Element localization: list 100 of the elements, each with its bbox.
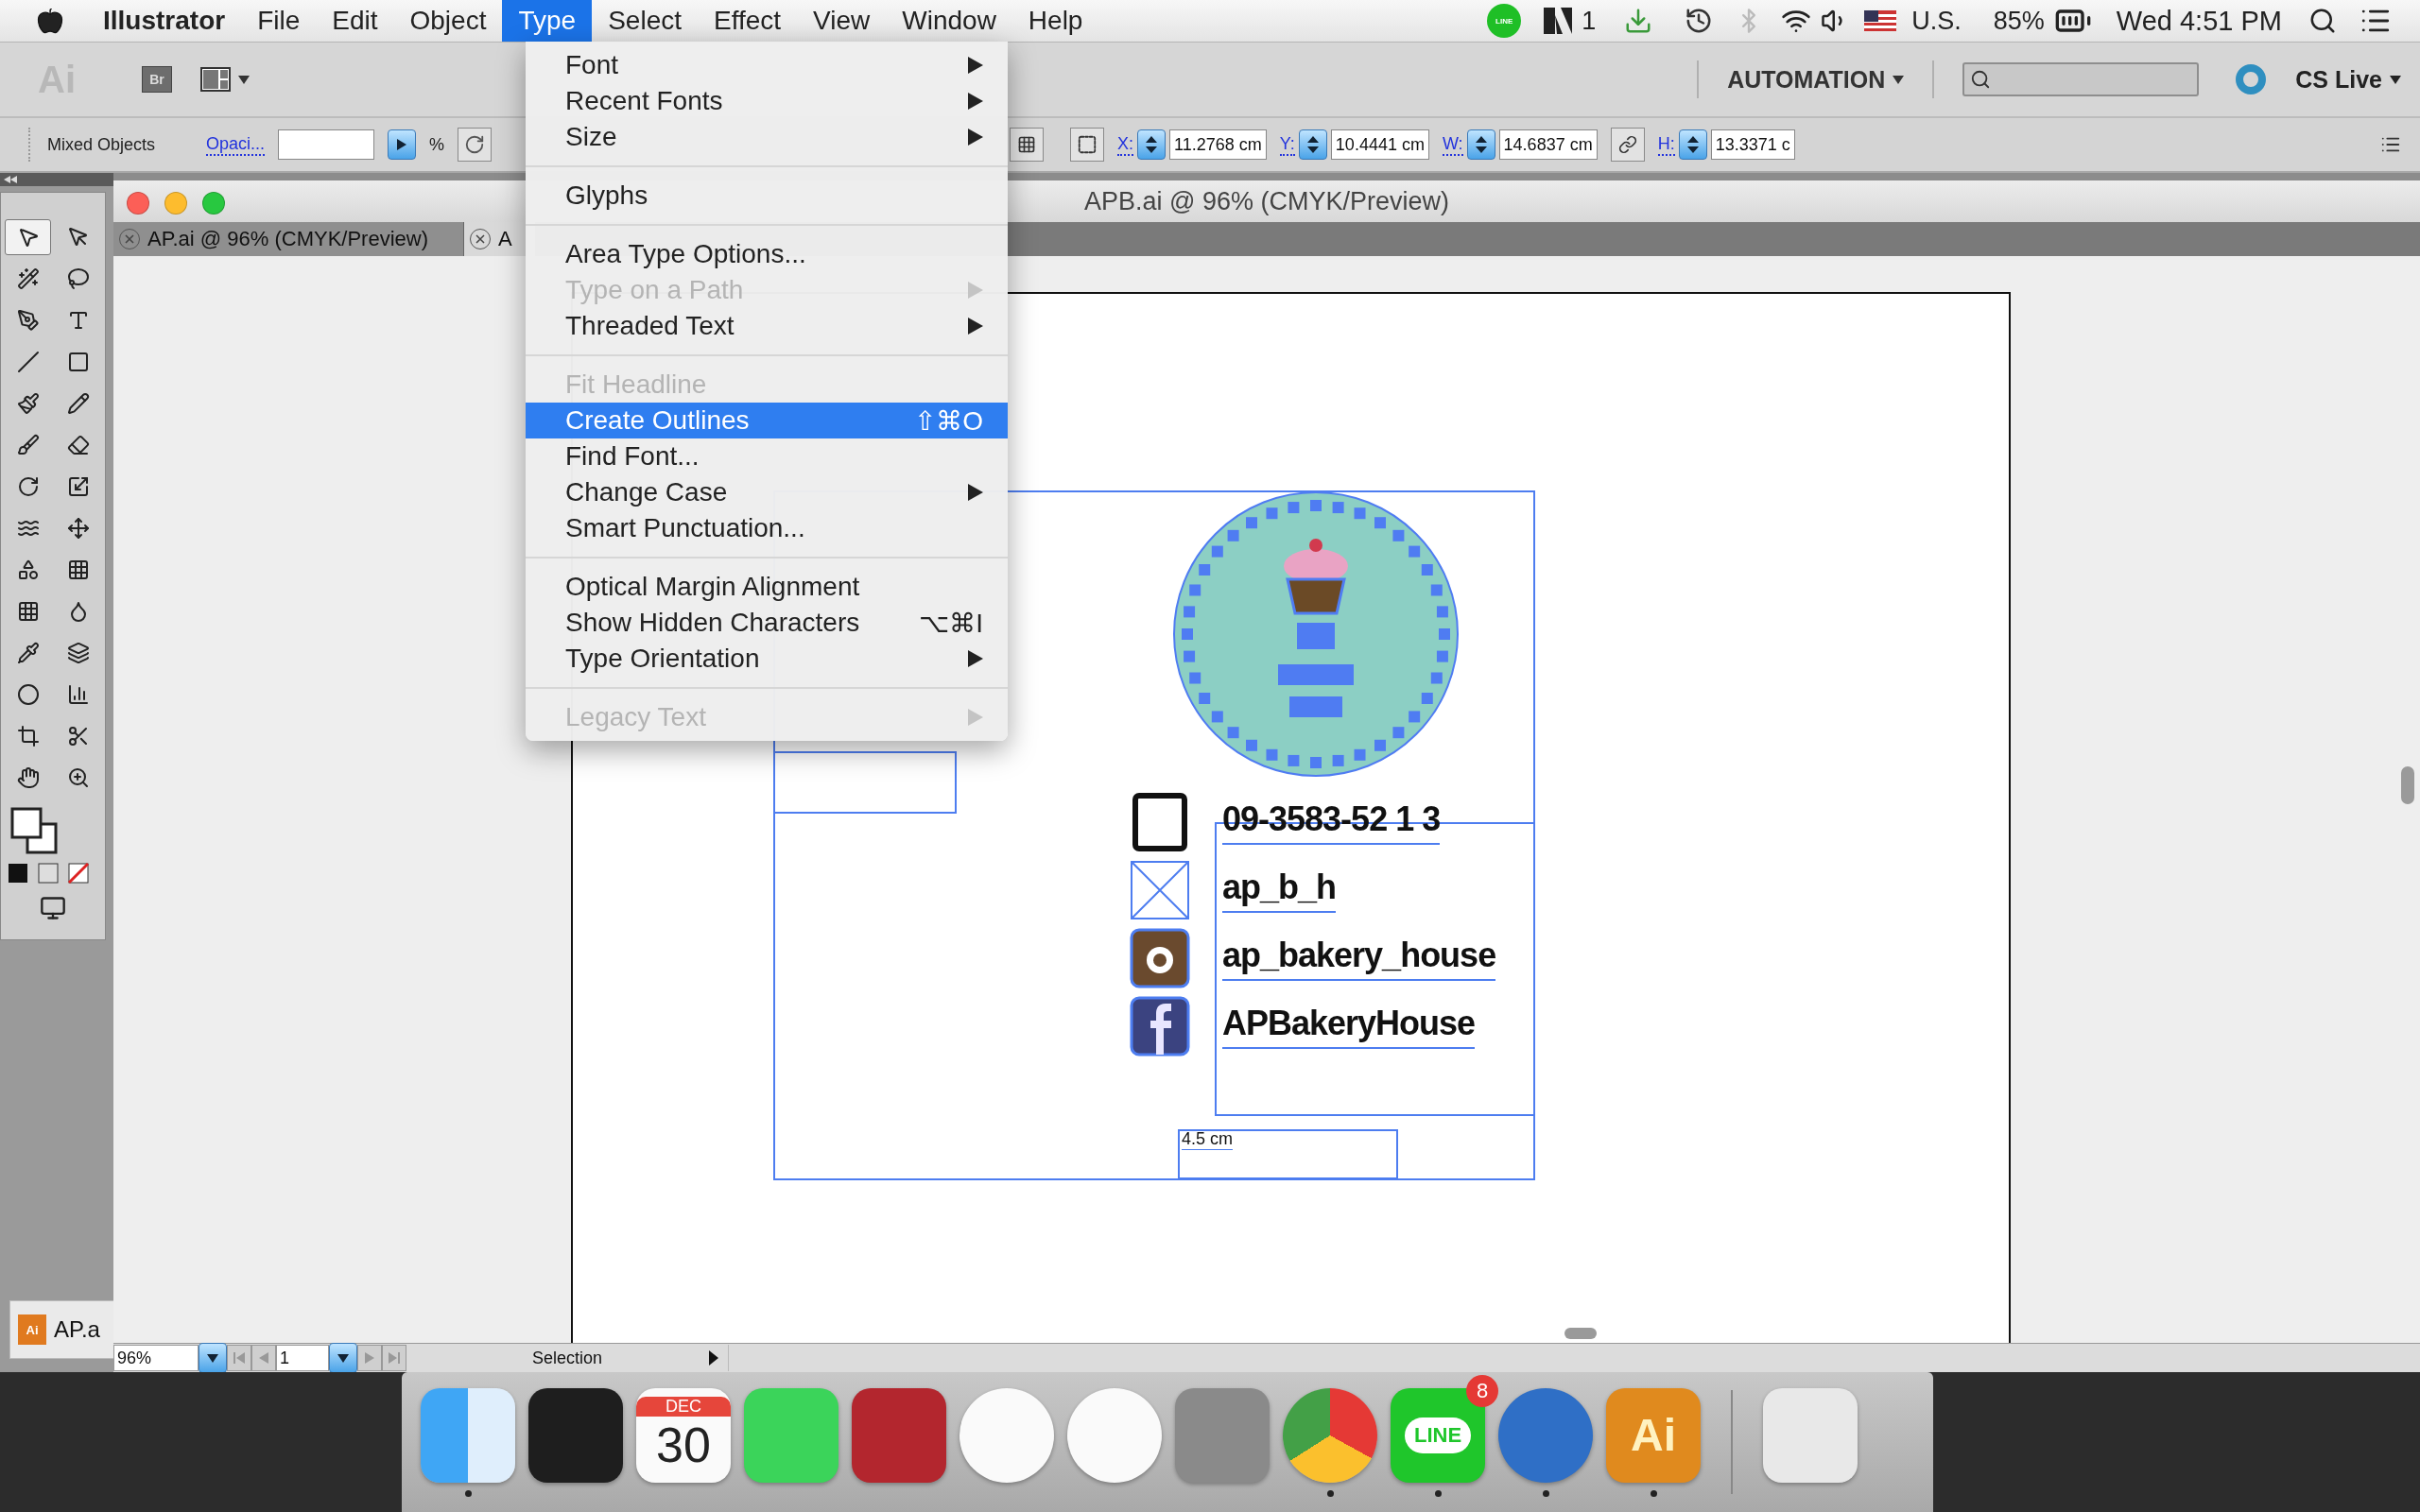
coordinate-label[interactable]: Y: (1279, 133, 1295, 156)
menu-option[interactable]: Optical Margin Alignment (526, 569, 1008, 605)
stepper-button[interactable] (1466, 129, 1495, 160)
menu-item[interactable]: Object (393, 0, 503, 42)
stepper-button[interactable] (1298, 129, 1327, 160)
menu-option[interactable]: Type Orientation (526, 641, 1008, 677)
scale-icon (66, 475, 90, 498)
coordinate-label[interactable]: X: (1117, 133, 1134, 156)
camera-icon (1130, 928, 1190, 988)
perspective-grid-icon (66, 558, 90, 581)
close-icon (125, 234, 134, 244)
opacity-field[interactable] (278, 129, 375, 160)
search-icon[interactable] (2308, 7, 2337, 35)
menu-option[interactable]: Glyphs (526, 178, 1008, 214)
free-transform-icon (66, 517, 90, 540)
empty-image-icon (1130, 860, 1190, 920)
menu-item[interactable]: Window (886, 0, 1012, 42)
line-icon (16, 351, 40, 373)
input-source[interactable]: U.S. (1911, 6, 1962, 36)
skip-forward-icon (389, 1352, 400, 1364)
notification-badge: 8 (1466, 1374, 1498, 1407)
left-arrow-icon (259, 1352, 268, 1364)
menu-item[interactable]: File (241, 0, 317, 42)
collapse-icon[interactable] (4, 176, 17, 183)
blob-brush-icon (16, 434, 40, 456)
contact-text: ap_b_h (1222, 868, 1337, 913)
flag-icon[interactable] (1864, 10, 1897, 31)
slice-icon (66, 725, 90, 747)
clock[interactable]: Wed 4:51 PM (2116, 5, 2282, 37)
bridge-button[interactable]: Br (142, 66, 172, 93)
caret-icon (238, 75, 250, 84)
zoom-dropdown-button[interactable] (199, 1343, 227, 1373)
battery-percent: 85% (1993, 6, 2045, 36)
close-window-button[interactable] (127, 192, 149, 215)
calendar-app-icon[interactable]: DEC 30 (636, 1387, 731, 1483)
document-tab[interactable]: AP.ai @ 96% (CMYK/Preview) (113, 222, 464, 256)
horizontal-scrollbar[interactable] (1564, 1328, 1597, 1339)
menu-item[interactable]: View (797, 0, 887, 42)
coordinate-label[interactable]: W: (1442, 133, 1463, 156)
menu-option[interactable]: Change Case (526, 474, 1008, 510)
constrain-proportions-button[interactable] (1610, 128, 1645, 162)
app-label: Ai (1631, 1409, 1676, 1461)
stepper-button[interactable] (1678, 129, 1707, 160)
reference-point-button[interactable] (1070, 128, 1105, 162)
mesh-icon (16, 600, 40, 623)
page-dropdown-button[interactable] (329, 1343, 357, 1373)
minimized-window[interactable]: Ai AP.a (9, 1300, 113, 1359)
coordinate-field[interactable]: 14.6837 cm (1498, 129, 1598, 160)
eraser-icon (66, 434, 90, 456)
current-tool-status[interactable]: Selection (531, 1348, 603, 1368)
selection-arrow-tool[interactable] (5, 219, 51, 255)
app-menu[interactable]: Illustrator (87, 0, 242, 42)
document-title: APB.ai @ 96% (CMYK/Preview) (1084, 186, 1449, 216)
menu-item[interactable]: Effect (698, 0, 798, 42)
vertical-scrollbar[interactable] (2401, 766, 2414, 804)
stepper-button[interactable] (1137, 129, 1167, 160)
menu-item[interactable]: Help (1011, 0, 1099, 42)
coordinate-field[interactable]: 11.2768 cm (1169, 129, 1267, 160)
link-icon (1617, 135, 1637, 154)
graph-icon (66, 683, 90, 706)
menu-item[interactable]: Select (592, 0, 698, 42)
menu-item[interactable]: Edit (316, 0, 394, 42)
zoom-field[interactable]: 96% (113, 1345, 199, 1371)
adobe-logo-icon[interactable] (1544, 8, 1573, 34)
up-down-arrows-icon (1475, 136, 1487, 153)
menu-option[interactable]: Show Hidden Characters ⌥⌘I (526, 605, 1008, 641)
circular-arrow-icon (464, 134, 486, 155)
menu-item[interactable]: Type (502, 0, 593, 42)
rotate-icon (16, 475, 40, 498)
caret-icon (2390, 75, 2401, 84)
cs-live-menu[interactable]: CS Live (2295, 65, 2401, 94)
search-field[interactable] (1962, 62, 2200, 96)
coordinate-field[interactable]: 13.3371 c (1710, 129, 1795, 160)
play-arrow-icon (397, 139, 407, 150)
menu-option[interactable]: Recent Fonts (526, 83, 1008, 119)
menu-option[interactable]: Smart Punctuation... (526, 510, 1008, 546)
page-field[interactable]: 1 (276, 1345, 329, 1371)
arrange-documents-button[interactable] (200, 67, 250, 92)
menu-option[interactable]: Size (526, 119, 1008, 155)
opacity-link[interactable]: Opaci... (206, 133, 266, 156)
menu-option[interactable]: Font (526, 47, 1008, 83)
fill-stroke-swatch-icon[interactable] (10, 807, 60, 856)
zoom-window-button[interactable] (202, 192, 225, 215)
download-tray-icon[interactable] (1624, 7, 1653, 35)
align-center-button[interactable] (1010, 128, 1045, 162)
coordinate-label[interactable]: H: (1657, 133, 1675, 156)
coordinate-field[interactable]: 10.4441 cm (1330, 129, 1429, 160)
status-menu-icon[interactable] (709, 1350, 718, 1366)
monitor-icon (40, 895, 66, 921)
window-name: AP.a (54, 1316, 100, 1343)
menu-option[interactable]: Create Outlines ⇧⌘O (526, 403, 1008, 438)
right-arrow-icon (365, 1352, 374, 1364)
menu-option[interactable]: Threaded Text (526, 308, 1008, 344)
apple-logo-icon[interactable] (36, 7, 64, 35)
recolor-artwork-button[interactable] (458, 128, 493, 162)
calendar-day: 30 (656, 1417, 711, 1473)
menu-option[interactable]: Find Font... (526, 438, 1008, 474)
close-icon (475, 234, 485, 244)
opacity-dropdown-button[interactable] (388, 129, 417, 160)
phone-icon (1130, 792, 1190, 852)
